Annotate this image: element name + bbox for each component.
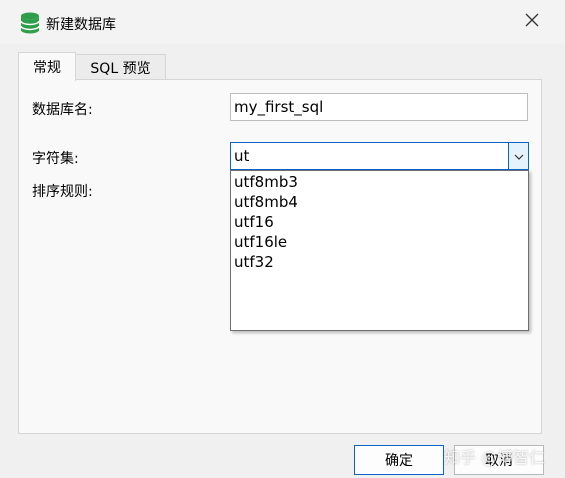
tab-sql-preview[interactable]: SQL 预览 — [76, 54, 166, 80]
cancel-button[interactable]: 取消 — [454, 445, 544, 475]
dropdown-option-utf16[interactable]: utf16 — [231, 212, 528, 232]
close-icon — [525, 13, 539, 31]
close-button[interactable] — [518, 8, 546, 36]
dropdown-option-utf16le[interactable]: utf16le — [231, 232, 528, 252]
collation-label: 排序规则: — [32, 184, 93, 200]
charset-dropdown-list: utf8mb3 utf8mb4 utf16 utf16le utf32 — [230, 170, 529, 331]
db-name-label: 数据库名: — [32, 102, 93, 118]
dropdown-option-utf8mb3[interactable]: utf8mb3 — [231, 172, 528, 192]
dialog-window: 新建数据库 常规 SQL 预览 数据库名: 字符集: 排序规则: utf8mb3 — [0, 0, 565, 478]
chevron-down-icon — [514, 148, 524, 164]
tab-general[interactable]: 常规 — [18, 52, 76, 81]
database-icon — [20, 12, 40, 34]
charset-input[interactable] — [231, 143, 507, 169]
window-title: 新建数据库 — [46, 17, 116, 33]
charset-label: 字符集: — [32, 151, 79, 167]
ok-button[interactable]: 确定 — [354, 445, 444, 475]
dropdown-option-utf8mb4[interactable]: utf8mb4 — [231, 192, 528, 212]
db-name-input[interactable] — [230, 93, 528, 121]
dropdown-option-utf32[interactable]: utf32 — [231, 252, 528, 272]
title-bar[interactable]: 新建数据库 — [0, 0, 565, 44]
charset-dropdown-button[interactable] — [508, 143, 528, 169]
charset-combobox[interactable] — [230, 142, 529, 170]
